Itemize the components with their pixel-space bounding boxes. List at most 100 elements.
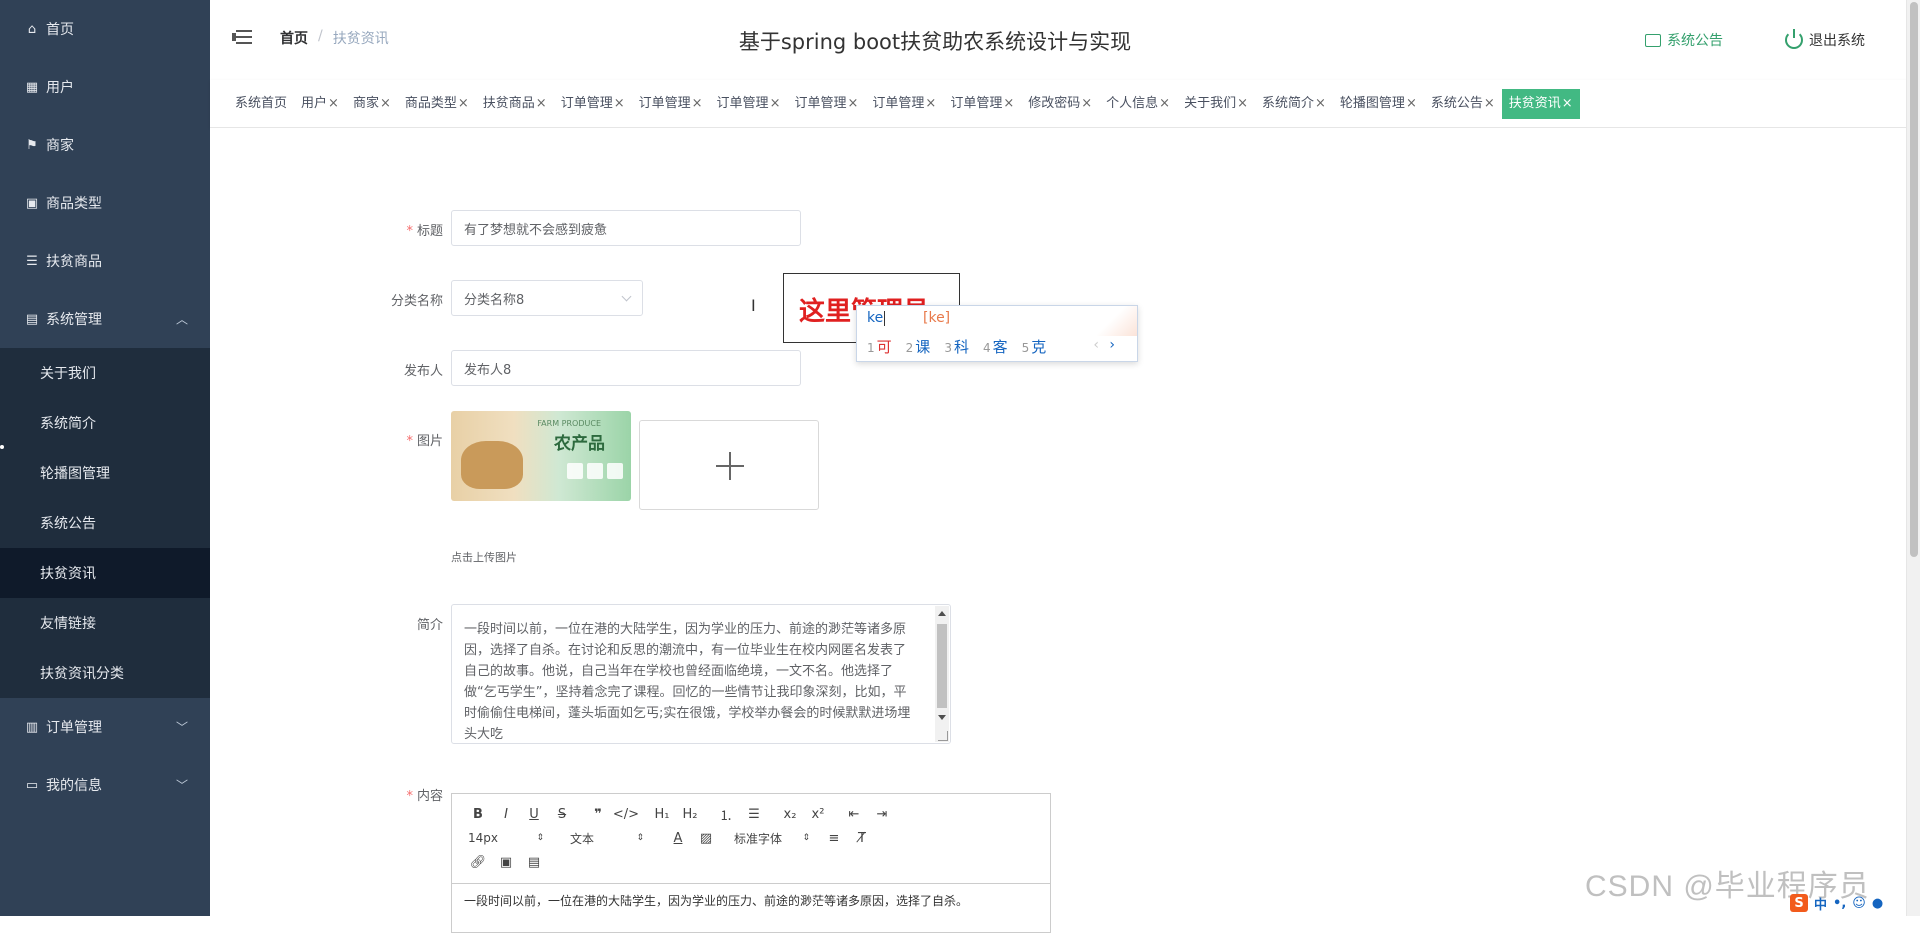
close-icon[interactable]: ×: [1562, 96, 1573, 111]
uploaded-image[interactable]: FARM PRODUCE 农产品: [451, 411, 631, 501]
close-icon[interactable]: ×: [770, 96, 781, 111]
quote-icon[interactable]: ❞: [584, 803, 612, 825]
tab-5[interactable]: 订单管理×: [554, 89, 632, 119]
sidebar-item-system[interactable]: ▤ 系统管理 ︿: [0, 290, 210, 348]
ime-candidate[interactable]: 4客: [983, 336, 1008, 357]
superscript-icon[interactable]: x²: [804, 803, 832, 825]
publisher-input[interactable]: 发布人8: [451, 350, 801, 386]
close-icon[interactable]: ×: [925, 96, 936, 111]
close-icon[interactable]: ×: [328, 96, 339, 111]
resize-handle-icon[interactable]: [938, 731, 948, 741]
logout-button[interactable]: 退出系统: [1785, 29, 1865, 50]
tab-17[interactable]: 扶贫资讯×: [1501, 88, 1580, 119]
sidebar-item-merchants[interactable]: ⚑ 商家: [0, 116, 210, 174]
page-scrollbar[interactable]: [1906, 0, 1920, 916]
h2-icon[interactable]: H₂: [676, 803, 704, 825]
bold-icon[interactable]: B: [464, 803, 492, 825]
block-select[interactable]: 文本 ⇕: [554, 827, 644, 849]
code-icon[interactable]: </>: [612, 803, 640, 825]
sidebar-item-intro[interactable]: 系统简介: [0, 398, 210, 448]
ime-candidate[interactable]: 2课: [906, 336, 931, 357]
tab-16[interactable]: 系统公告×: [1424, 89, 1502, 119]
user-icon[interactable]: ●: [1872, 896, 1883, 911]
ime-prev-icon[interactable]: ‹: [1093, 337, 1099, 353]
tab-12[interactable]: 个人信息×: [1099, 89, 1177, 119]
sidebar-item-carousel[interactable]: 轮播图管理: [0, 448, 210, 498]
tab-6[interactable]: 订单管理×: [632, 89, 710, 119]
sidebar-item-products[interactable]: ☰ 扶贫商品: [0, 232, 210, 290]
close-icon[interactable]: ×: [1315, 96, 1326, 111]
ime-lang[interactable]: 中: [1814, 894, 1827, 913]
scroll-up-icon[interactable]: [938, 611, 946, 616]
tab-13[interactable]: 关于我们×: [1177, 89, 1255, 119]
sogou-icon[interactable]: S: [1790, 894, 1808, 912]
textarea-scrollbar[interactable]: [935, 606, 949, 742]
ime-candidate[interactable]: 5克: [1022, 336, 1047, 357]
page-scroll-thumb[interactable]: [1910, 2, 1918, 557]
tab-1[interactable]: 用户×: [294, 89, 346, 119]
tab-3[interactable]: 商品类型×: [398, 89, 476, 119]
sidebar-item-users[interactable]: ▦ 用户: [0, 58, 210, 116]
tab-11[interactable]: 修改密码×: [1021, 89, 1099, 119]
underline-icon[interactable]: U: [520, 803, 548, 825]
tab-9[interactable]: 订单管理×: [865, 89, 943, 119]
indent-icon[interactable]: ⇥: [868, 803, 896, 825]
close-icon[interactable]: ×: [380, 96, 391, 111]
category-select[interactable]: 分类名称8: [451, 280, 643, 316]
sidebar-item-orders[interactable]: ▥ 订单管理 ﹀: [0, 698, 210, 756]
close-icon[interactable]: ×: [692, 96, 703, 111]
intro-textarea[interactable]: 一段时间以前，一位在港的大陆学生，因为学业的压力、前途的渺茫等诸多原因，选择了自…: [451, 604, 951, 744]
sidebar-item-news[interactable]: 扶贫资讯: [0, 548, 210, 598]
background-color-icon[interactable]: ▨: [692, 827, 720, 849]
scroll-down-icon[interactable]: [938, 715, 946, 720]
close-icon[interactable]: ×: [1484, 96, 1495, 111]
ime-punct[interactable]: •,: [1833, 896, 1846, 911]
close-icon[interactable]: ×: [1237, 96, 1248, 111]
tab-4[interactable]: 扶贫商品×: [476, 89, 554, 119]
h1-icon[interactable]: H₁: [648, 803, 676, 825]
ime-candidate[interactable]: 3科: [944, 336, 969, 357]
notice-button[interactable]: 系统公告: [1645, 30, 1723, 50]
ime-next-icon[interactable]: ›: [1109, 337, 1115, 353]
close-icon[interactable]: ×: [536, 96, 547, 111]
tab-7[interactable]: 订单管理×: [710, 89, 788, 119]
tab-0[interactable]: 系统首页: [228, 89, 294, 119]
italic-icon[interactable]: I: [492, 803, 520, 825]
sidebar-item-news-category[interactable]: 扶贫资讯分类: [0, 648, 210, 698]
font-family-select[interactable]: 标准字体 ⇕: [720, 827, 820, 849]
close-icon[interactable]: ×: [1406, 96, 1417, 111]
tab-15[interactable]: 轮播图管理×: [1333, 89, 1424, 119]
subscript-icon[interactable]: x₂: [776, 803, 804, 825]
font-size-select[interactable]: 14px ⇕: [464, 827, 554, 849]
close-icon[interactable]: ×: [1159, 96, 1170, 111]
editor-body[interactable]: 一段时间以前，一位在港的大陆学生，因为学业的压力、前途的渺茫等诸多原因，选择了自…: [452, 884, 1050, 917]
sidebar-item-product-types[interactable]: ▣ 商品类型: [0, 174, 210, 232]
strike-icon[interactable]: S: [548, 803, 576, 825]
close-icon[interactable]: ×: [847, 96, 858, 111]
emoji-icon[interactable]: ☺: [1852, 896, 1866, 911]
tab-14[interactable]: 系统简介×: [1255, 89, 1333, 119]
sidebar-item-about[interactable]: 关于我们: [0, 348, 210, 398]
close-icon[interactable]: ×: [614, 96, 625, 111]
sidebar-item-home[interactable]: ⌂ 首页: [0, 0, 210, 58]
link-icon[interactable]: 🔗︎: [464, 851, 492, 873]
sidebar-item-links[interactable]: 友情链接: [0, 598, 210, 648]
ime-candidate[interactable]: 1可: [867, 336, 892, 357]
close-icon[interactable]: ×: [1003, 96, 1014, 111]
close-icon[interactable]: ×: [1081, 96, 1092, 111]
video-icon[interactable]: ▤: [520, 851, 548, 873]
upload-button[interactable]: [639, 420, 819, 510]
clear-format-icon[interactable]: T̸: [848, 827, 876, 849]
align-icon[interactable]: ≡: [820, 827, 848, 849]
title-input[interactable]: 有了梦想就不会感到疲惫: [451, 210, 801, 246]
tab-8[interactable]: 订单管理×: [787, 89, 865, 119]
sidebar-item-announcement[interactable]: 系统公告: [0, 498, 210, 548]
tab-2[interactable]: 商家×: [346, 89, 398, 119]
image-icon[interactable]: ▣: [492, 851, 520, 873]
scroll-thumb[interactable]: [937, 624, 947, 708]
sidebar-item-mine[interactable]: ▭ 我的信息 ﹀: [0, 756, 210, 814]
close-icon[interactable]: ×: [458, 96, 469, 111]
ordered-list-icon[interactable]: ⒈: [712, 803, 740, 825]
bullet-list-icon[interactable]: ☰: [740, 803, 768, 825]
tab-10[interactable]: 订单管理×: [943, 89, 1021, 119]
